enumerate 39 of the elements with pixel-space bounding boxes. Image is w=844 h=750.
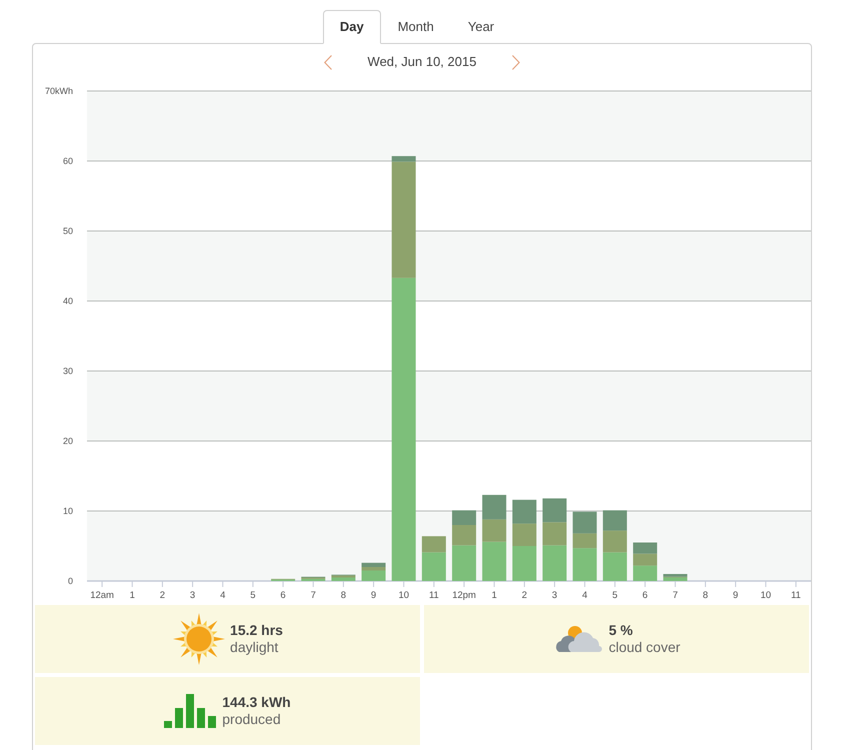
x-axis-label: 4 <box>220 590 226 601</box>
x-axis-label: 6 <box>280 590 286 601</box>
date-label: Wed, Jun 10, 2015 <box>368 53 476 72</box>
x-axis-label: 2 <box>160 590 166 601</box>
y-axis-label: 30 <box>62 366 73 376</box>
x-axis-label: 1 <box>492 590 497 601</box>
x-axis-label: 10 <box>398 590 410 601</box>
x-axis-label: 8 <box>340 590 346 601</box>
x-axis-label: 1 <box>130 590 135 601</box>
stat-label: produced <box>222 711 282 728</box>
x-axis-label: 8 <box>702 590 708 601</box>
x-axis-label: 9 <box>732 590 738 601</box>
x-axis-label: 11 <box>790 590 801 601</box>
y-axis-label: 10 <box>62 506 73 516</box>
stat-value: 5 % <box>608 622 634 639</box>
y-axis-label: 60 <box>62 156 73 166</box>
x-axis-label: 3 <box>552 590 558 601</box>
stat-label: cloud cover <box>608 639 680 656</box>
stat-value: 144.3 kWh <box>222 694 291 711</box>
x-axis-label: 11 <box>428 590 439 601</box>
stat-value: 15.2 hrs <box>230 622 283 639</box>
stat-label: daylight <box>230 639 280 656</box>
x-axis-label: 12pm <box>452 590 476 601</box>
x-axis-label: 5 <box>612 590 618 601</box>
y-axis-label: 70kWh <box>44 86 73 96</box>
y-axis-label: 20 <box>62 436 73 446</box>
y-axis-label: 0 <box>68 576 73 586</box>
y-axis-label: 50 <box>62 226 73 236</box>
x-axis-label: 6 <box>642 590 648 601</box>
x-axis-label: 5 <box>250 590 256 601</box>
x-axis-label: 7 <box>310 590 316 601</box>
x-axis-label: 9 <box>370 590 376 601</box>
x-axis-label: 10 <box>760 590 772 601</box>
x-axis-label: 3 <box>190 590 196 601</box>
x-axis-label: 4 <box>582 590 588 601</box>
x-axis-label: 7 <box>672 590 678 601</box>
y-axis-label: 40 <box>62 296 73 306</box>
x-axis-label: 12am <box>90 590 114 601</box>
x-axis-label: 2 <box>522 590 528 601</box>
